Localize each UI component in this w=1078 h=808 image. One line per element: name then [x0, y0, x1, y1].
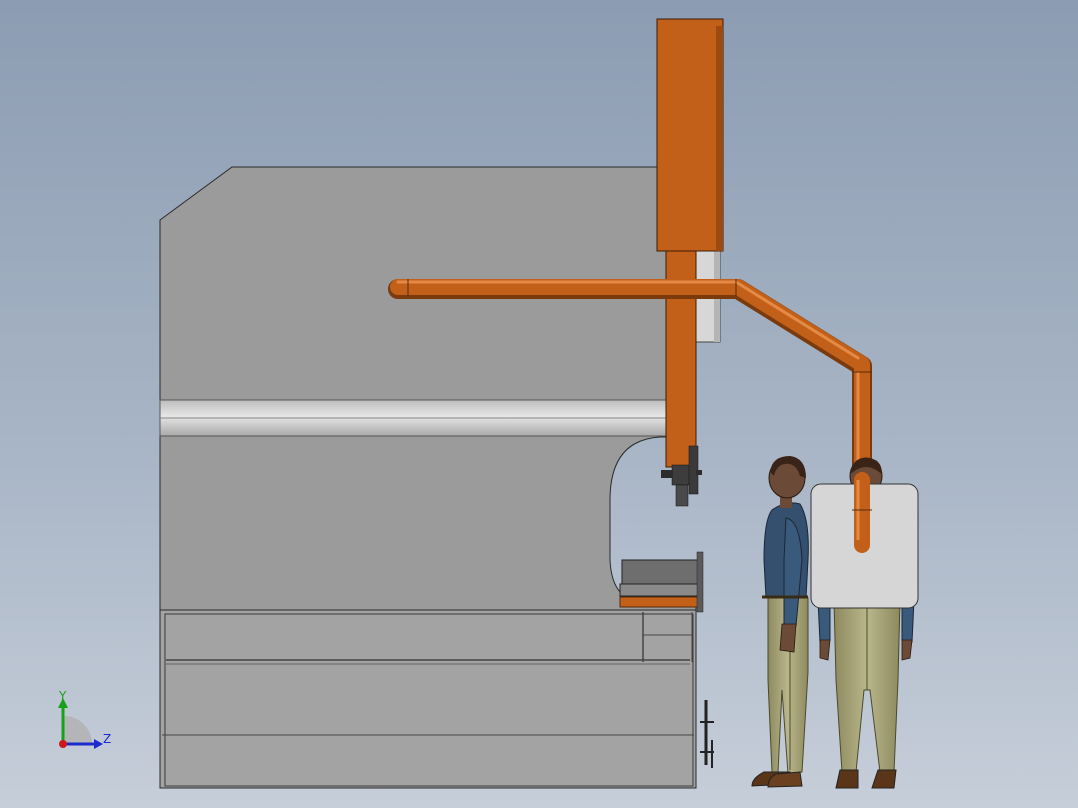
- figure-side-hand: [779, 623, 797, 653]
- pipe-end-front: [852, 472, 872, 553]
- figure-front-shoe-right: [871, 769, 897, 789]
- die-orange-plate: [619, 596, 699, 608]
- press-brake-frame[interactable]: [159, 166, 697, 789]
- triad-arc: [64, 716, 92, 744]
- punch-clamp-left: [661, 470, 673, 478]
- punch-tip: [675, 484, 689, 507]
- triad-z-label: Z: [103, 732, 111, 746]
- die-clamp: [696, 551, 704, 613]
- figure-front-hand-right: [901, 639, 913, 661]
- foot-pedal-stand[interactable]: [700, 700, 714, 768]
- triad-y-label: Y: [58, 689, 67, 703]
- lower-bed: [159, 609, 697, 789]
- vertical-column[interactable]: [656, 18, 724, 468]
- figure-front-shoe-left: [835, 769, 859, 789]
- column-head-side: [716, 26, 723, 251]
- figure-front-hand-left: [819, 639, 831, 661]
- operator-figure-side: [751, 456, 809, 788]
- column-head: [656, 18, 724, 252]
- lower-die[interactable]: [619, 551, 704, 613]
- punch-holder: [671, 464, 691, 486]
- triad-origin: [59, 740, 67, 748]
- coordinate-triad: Y Z: [58, 689, 111, 749]
- die-block: [621, 559, 699, 585]
- cad-viewport[interactable]: Y Z: [0, 0, 1078, 808]
- punch-bolt: [696, 470, 702, 475]
- die-base: [619, 583, 701, 597]
- triad-z-arrow: [94, 739, 103, 749]
